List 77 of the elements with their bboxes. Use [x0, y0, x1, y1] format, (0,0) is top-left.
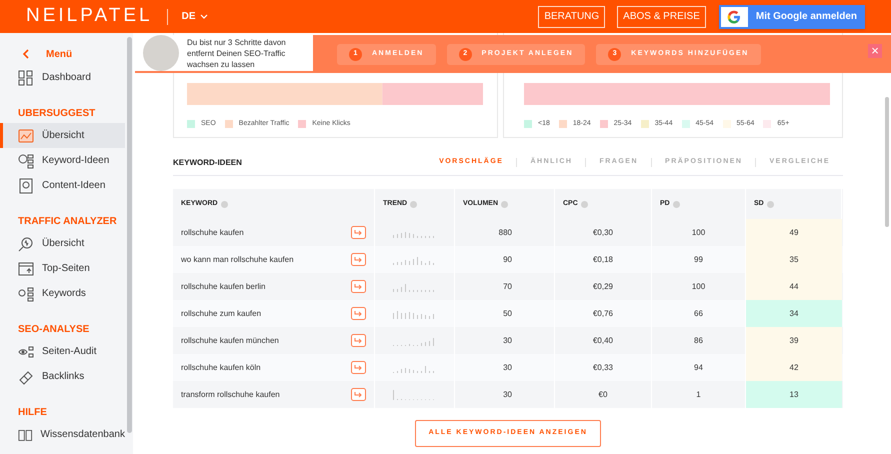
volume-cell: 90	[503, 254, 512, 266]
cpc-cell: €0,18	[592, 254, 614, 266]
sd-cell: 39	[746, 327, 842, 354]
nav-button[interactable]: ABOS & PREISE	[617, 6, 706, 28]
search-list-icon	[18, 286, 34, 302]
pd-cell: 100	[692, 280, 706, 292]
sidebar-item[interactable]: Wissensdatenbank	[0, 422, 125, 447]
back-button[interactable]: Menü	[0, 43, 133, 65]
cpc-cell: €0,30	[592, 226, 614, 238]
volume-cell: 880	[498, 226, 512, 238]
help-icon	[220, 200, 228, 208]
section-heading: TRAFFIC ANALYZER	[17, 215, 118, 229]
section-heading: HILFE	[17, 406, 48, 420]
keyword-cell: transform rollschuhe kaufen	[181, 388, 280, 400]
keyword-cell: rollschuhe kaufen	[181, 226, 244, 238]
cpc-cell: €0,33	[592, 362, 614, 374]
cpc-cell: €0,40	[592, 334, 614, 346]
language-selector[interactable]: DE	[182, 9, 208, 24]
section-title: KEYWORD-IDEEN	[173, 156, 242, 168]
sd-cell: 13	[746, 381, 842, 408]
scrollbar[interactable]	[127, 37, 132, 433]
keyword-cell: rollschuhe kaufen münchen	[181, 334, 279, 346]
banner-message: Du bist nur 3 Schritte davon entfernt Deinen SEO-Traffic wachsen zu lassen	[187, 36, 287, 70]
link-icon	[18, 368, 34, 384]
close-button[interactable]: ×	[868, 44, 882, 58]
help-icon	[410, 200, 418, 208]
sidebar-item[interactable]: Keywords	[0, 281, 125, 306]
logo[interactable]: NEILPATEL	[26, 2, 153, 31]
nav-button[interactable]: BERATUNG	[538, 6, 606, 28]
eye-list-icon	[18, 344, 34, 360]
sd-cell: 34	[746, 300, 842, 327]
volume-cell: 70	[503, 280, 512, 292]
google-icon	[727, 10, 742, 24]
keyword-cell: rollschuhe kaufen berlin	[181, 280, 266, 292]
sidebar-item[interactable]: Keyword-Ideen	[0, 148, 125, 173]
cpc-cell: €0,29	[592, 280, 614, 292]
pd-cell: 99	[694, 254, 703, 266]
pd-cell: 66	[694, 308, 703, 320]
keyword-cell: rollschuhe zum kaufen	[181, 308, 262, 320]
window-icon	[18, 260, 34, 276]
help-icon	[672, 200, 680, 208]
volume-cell: 30	[503, 388, 512, 400]
sidebar-item[interactable]: Backlinks	[0, 364, 125, 389]
volume-cell: 30	[503, 334, 512, 346]
chart-icon	[18, 128, 34, 144]
sidebar-item[interactable]: Top-Seiten	[0, 256, 125, 281]
help-icon	[766, 200, 774, 208]
sd-cell: 49	[746, 219, 842, 246]
cpc-cell: €0,76	[592, 308, 614, 320]
sidebar-item[interactable]: Seiten-Audit	[0, 339, 125, 364]
scrollbar[interactable]	[885, 97, 889, 227]
pd-cell: 100	[692, 226, 706, 238]
avatar	[143, 35, 179, 71]
sd-cell: 42	[746, 354, 842, 381]
pd-cell: 1	[696, 388, 701, 400]
volume-cell: 50	[503, 308, 512, 320]
volume-cell: 30	[503, 362, 512, 374]
help-icon	[580, 200, 588, 208]
help-icon	[501, 200, 508, 208]
sidebar-item[interactable]: Übersicht	[0, 231, 125, 256]
sd-cell: 44	[746, 273, 842, 300]
sd-cell: 35	[746, 246, 842, 273]
pd-cell: 94	[694, 362, 703, 374]
keyword-cell: rollschuhe kaufen köln	[181, 362, 261, 374]
cpc-cell: €0	[598, 388, 608, 400]
section-heading: UBERSUGGEST	[17, 107, 96, 121]
section-heading: SEO-ANALYSE	[17, 323, 90, 337]
sparkline-drawing	[392, 308, 436, 318]
sidebar-item[interactable]: Übersicht	[0, 123, 125, 148]
chevron-down-icon	[200, 14, 208, 19]
sidebar-item[interactable]: Content-Ideen	[0, 173, 125, 198]
dashboard-icon	[18, 70, 34, 86]
pd-cell: 86	[694, 334, 703, 346]
sidebar-item[interactable]: Dashboard	[0, 65, 125, 90]
google-sign-in-button[interactable]: Mit Google anmelden	[718, 4, 865, 28]
magnifier-icon	[18, 236, 34, 252]
keyword-cell: wo kann man rollschuhe kaufen	[181, 254, 294, 266]
